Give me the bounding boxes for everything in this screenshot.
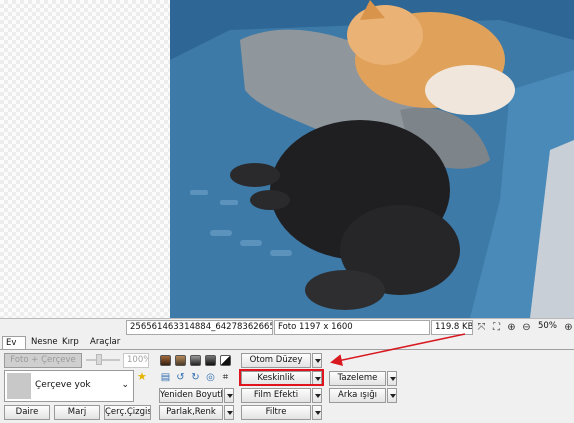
annotation-arrow: [330, 333, 466, 367]
